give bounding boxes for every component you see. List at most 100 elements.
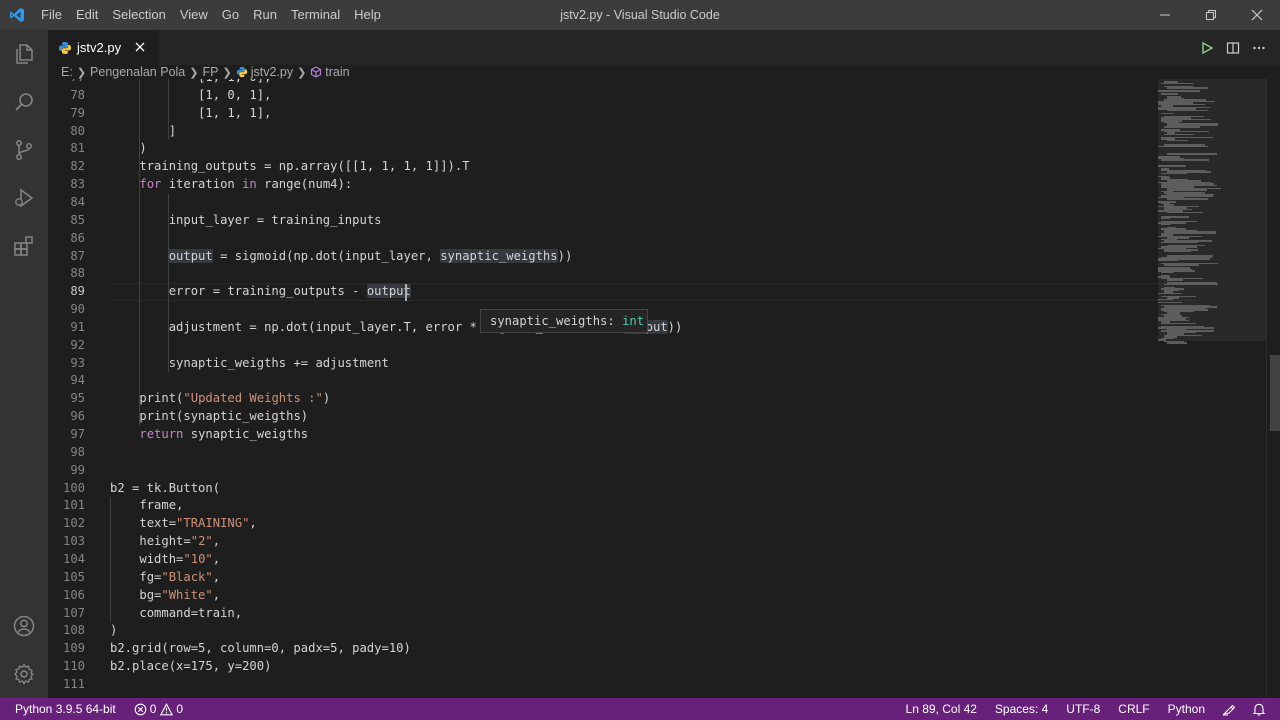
code-token: , [212,534,221,549]
minimize-icon [1160,14,1170,16]
indent-guide [167,193,169,373]
minimize-button[interactable] [1142,0,1188,30]
minimap-line [1161,82,1195,84]
code-line[interactable]: input_layer = training_inputs [110,212,382,230]
explorer-button[interactable] [0,30,48,78]
search-button[interactable] [0,78,48,126]
breadcrumb-folder-fp[interactable]: FP [202,65,218,79]
breadcrumb-symbol[interactable]: train [325,65,349,79]
menu-view[interactable]: View [173,0,215,30]
vertical-scrollbar[interactable] [1266,79,1280,698]
end-of-line[interactable]: CRLF [1109,698,1158,720]
breadcrumb-drive[interactable]: E: [61,65,73,79]
line-number: 77 [48,79,85,87]
line-number: 88 [70,266,85,281]
code-line[interactable]: training_outputs = np.array([[1, 1, 1, 1… [110,158,469,176]
line-number: 95 [70,391,85,406]
hover-symbol-name: synaptic_weigths: [490,314,615,328]
line-number-gutter: 7778 79 80 81 82 83 84 85 86 87 88 89 90 91 92 93 94 95 96… [48,79,88,698]
restore-icon [1206,10,1216,20]
minimap-line [1164,250,1192,252]
breadcrumb-folder-pengenalan-pola[interactable]: Pengenalan Pola [90,65,185,79]
tab-jstv2-py[interactable]: jstv2.py [48,30,158,65]
menu-file[interactable]: File [34,0,69,30]
minimap-line [1167,342,1187,344]
menu-go[interactable]: Go [215,0,246,30]
cursor-position[interactable]: Ln 89, Col 42 [897,698,986,720]
code-line[interactable]: ) [110,622,117,640]
code-line[interactable]: error = training_outputs - output [110,283,411,301]
accounts-button[interactable] [0,602,48,650]
code-line[interactable]: for iteration in range(num4): [110,176,352,194]
code-editor[interactable]: 7778 79 80 81 82 83 84 85 86 87 88 89 90 91 92 93 94 95 96… [48,79,1280,698]
manage-button[interactable] [0,650,48,698]
code-line[interactable]: b2.place(x=175, y=200) [110,658,271,676]
code-line[interactable]: print("Updated Weights :") [110,390,330,408]
code-line[interactable]: width="10", [110,551,220,569]
line-number: 109 [62,641,85,656]
language-mode[interactable]: Python [1159,698,1214,720]
run-python-file-button[interactable] [1194,35,1220,61]
source-control-icon [15,139,33,161]
close-icon [1251,9,1263,21]
code-line[interactable]: command=train, [110,605,242,623]
code-area[interactable]: [1, 1, 0], [1, 0, 1], [1, 1, 1], ] ) tra… [110,79,1210,698]
menu-selection[interactable]: Selection [105,0,172,30]
code-line[interactable]: frame, [110,497,183,515]
restore-button[interactable] [1188,0,1234,30]
line-number: 83 [70,177,85,192]
minimap-line [1164,133,1195,135]
code-line[interactable]: height="2", [110,533,220,551]
code-token: b2.place(x=175, y=200) [110,659,272,674]
breadcrumb-file[interactable]: jstv2.py [251,65,293,79]
warning-count: 0 [176,702,184,716]
code-line[interactable]: [1, 1, 0], [110,79,271,87]
files-icon [16,44,33,64]
code-line[interactable]: b2.grid(row=5, column=0, padx=5, pady=10… [110,640,411,658]
menu-run[interactable]: Run [246,0,284,30]
breadcrumb: E: ❯ Pengenalan Pola ❯ FP ❯ jstv2.py ❯ t… [48,65,1280,79]
indentation[interactable]: Spaces: 4 [986,698,1057,720]
line-number: 93 [70,355,85,370]
code-token: output [168,248,213,263]
more-actions-button[interactable] [1246,35,1272,61]
code-line[interactable]: output = sigmoid(np.dot(input_layer, syn… [110,248,572,266]
code-line[interactable]: ) [110,140,146,158]
run-debug-button[interactable] [0,174,48,222]
code-line[interactable]: [1, 1, 1], [110,105,271,123]
split-editor-button[interactable] [1220,35,1246,61]
close-window-button[interactable] [1234,0,1280,30]
tab-label: jstv2.py [77,40,122,55]
minimap-line [1164,126,1200,128]
minimap-line [1161,271,1174,273]
python-file-icon [236,66,247,78]
menu-terminal[interactable]: Terminal [284,0,347,30]
code-token: width= [139,551,184,566]
minimap-line [1158,301,1183,303]
code-line[interactable]: ] [110,123,176,141]
minimap[interactable] [1158,79,1266,698]
problems-indicator[interactable]: 0 0 [125,698,192,720]
code-token: "Black" [161,569,213,584]
code-line[interactable]: fg="Black", [110,569,220,587]
code-token: = sigmoid(np.dot(input_layer, [212,248,441,263]
file-encoding[interactable]: UTF-8 [1057,698,1109,720]
code-line[interactable]: synaptic_weigths += adjustment [110,355,389,373]
menu-help[interactable]: Help [347,0,388,30]
scrollbar-thumb[interactable] [1270,355,1280,431]
menu-edit[interactable]: Edit [69,0,105,30]
source-control-button[interactable] [0,126,48,174]
feedback-button[interactable] [1222,702,1236,716]
python-interpreter[interactable]: Python 3.9.5 64-bit [15,698,125,720]
extensions-button[interactable] [0,222,48,270]
code-line[interactable]: bg="White", [110,587,220,605]
tab-close-button[interactable] [132,39,148,55]
line-number: 99 [70,462,85,477]
code-line[interactable]: text="TRAINING", [110,515,256,533]
notifications-button[interactable] [1252,702,1266,716]
code-line[interactable]: return synaptic_weigths [110,426,308,444]
code-line[interactable]: [1, 0, 1], [110,87,271,105]
code-token: ) [322,391,331,406]
code-token: bg= [139,587,162,602]
code-line[interactable]: b2 = tk.Button( [110,480,220,498]
